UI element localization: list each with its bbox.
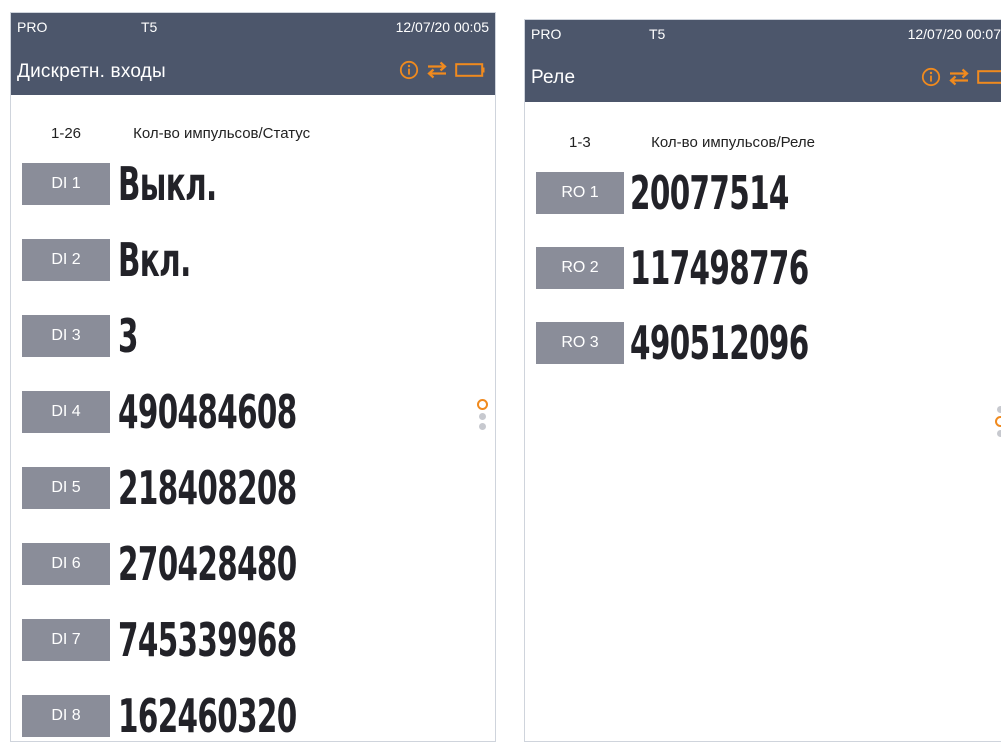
page-dot[interactable]	[997, 430, 1001, 437]
datetime: 12/07/20 00:07	[907, 26, 1001, 42]
io-badge: DI 4	[22, 391, 110, 433]
status-bar: PRO T5 12/07/20 00:05	[17, 19, 489, 37]
info-circle-icon[interactable]	[921, 67, 941, 87]
io-value: Выкл.	[118, 157, 217, 211]
swap-arrows-icon[interactable]	[425, 60, 449, 80]
list-header: 1-26 Кол-во импульсов/Статус	[51, 125, 310, 142]
io-value: 162460320	[118, 689, 297, 742]
header-icons	[921, 65, 1001, 89]
page-dot[interactable]	[479, 423, 486, 430]
status-bar: PRO T5 12/07/20 00:07	[531, 26, 1001, 44]
page-indicator[interactable]	[995, 406, 1001, 437]
model-indicator: T5	[141, 19, 158, 35]
column-label: Кол-во импульсов/Статус	[133, 125, 311, 142]
io-badge: RO 2	[536, 247, 624, 289]
io-badge: DI 7	[22, 619, 110, 661]
page-title: Реле	[531, 67, 576, 88]
page-title: Дискретн. входы	[17, 61, 166, 82]
io-badge: DI 6	[22, 543, 110, 585]
io-value: 3	[118, 309, 138, 363]
io-value: 20077514	[630, 166, 789, 220]
column-label: Кол-во импульсов/Реле	[651, 134, 815, 151]
io-value: 745339968	[118, 613, 297, 667]
swap-arrows-icon[interactable]	[947, 67, 971, 87]
screen-header: PRO T5 12/07/20 00:05 Дискретн. входы	[11, 13, 495, 95]
range-label: 1-3	[569, 134, 591, 151]
header-icons	[399, 58, 485, 82]
io-value: 490512096	[630, 316, 809, 370]
io-value: 490484608	[118, 385, 297, 439]
range-label: 1-26	[51, 125, 82, 142]
battery-icon	[455, 62, 485, 78]
mode-indicator: PRO	[17, 19, 48, 35]
digital-inputs-screen: PRO T5 12/07/20 00:05 Дискретн. входы 1-…	[10, 12, 496, 742]
io-badge: DI 8	[22, 695, 110, 737]
page-dot[interactable]	[479, 413, 486, 420]
list-header: 1-3 Кол-во импульсов/Реле	[569, 134, 815, 151]
page-dot-active[interactable]	[995, 416, 1001, 427]
relays-screen: PRO T5 12/07/20 00:07 Реле 1-3 Кол-во им…	[524, 19, 1001, 742]
io-value: 218408208	[118, 461, 297, 515]
screen-header: PRO T5 12/07/20 00:07 Реле	[525, 20, 1001, 102]
model-indicator: T5	[649, 26, 666, 42]
page-dot[interactable]	[997, 406, 1001, 413]
battery-icon	[977, 69, 1001, 85]
io-badge: RO 1	[536, 172, 624, 214]
datetime: 12/07/20 00:05	[395, 19, 489, 35]
io-value: 117498776	[630, 241, 809, 295]
io-badge: RO 3	[536, 322, 624, 364]
io-badge: DI 3	[22, 315, 110, 357]
io-badge: DI 2	[22, 239, 110, 281]
io-value: Вкл.	[118, 233, 191, 287]
io-value: 270428480	[118, 537, 297, 591]
io-badge: DI 1	[22, 163, 110, 205]
page-indicator[interactable]	[477, 399, 488, 430]
io-badge: DI 5	[22, 467, 110, 509]
mode-indicator: PRO	[531, 26, 562, 42]
info-circle-icon[interactable]	[399, 60, 419, 80]
page-dot-active[interactable]	[477, 399, 488, 410]
